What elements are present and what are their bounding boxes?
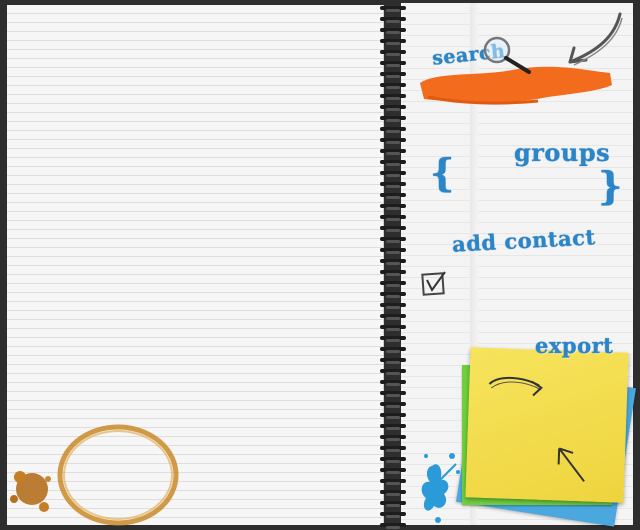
spiral-ring bbox=[378, 180, 410, 189]
spiral-ring bbox=[378, 279, 410, 288]
spiral-ring bbox=[378, 367, 410, 376]
spiral-ring bbox=[378, 48, 410, 57]
magnifier-icon[interactable] bbox=[481, 34, 535, 76]
spiral-ring bbox=[378, 455, 410, 464]
spiral-ring bbox=[378, 37, 410, 46]
ink-splash-decoration bbox=[421, 453, 460, 523]
spiral-ring bbox=[378, 158, 410, 167]
spiral-ring bbox=[378, 136, 410, 145]
groups-link[interactable]: groups bbox=[514, 138, 610, 167]
spiral-ring bbox=[378, 246, 410, 255]
groups-brace-open: { bbox=[430, 150, 455, 195]
spiral-ring bbox=[378, 477, 410, 486]
spiral-ring bbox=[378, 235, 410, 244]
spiral-ring bbox=[378, 4, 410, 13]
spiral-ring bbox=[378, 26, 410, 35]
spiral-ring bbox=[378, 169, 410, 178]
spiral-ring bbox=[378, 103, 410, 112]
spiral-ring bbox=[378, 400, 410, 409]
spiral-ring bbox=[378, 422, 410, 431]
spiral-ring bbox=[378, 312, 410, 321]
spiral-ring bbox=[378, 378, 410, 387]
spiral-ring bbox=[378, 147, 410, 156]
spiral-ring bbox=[378, 301, 410, 310]
sticky-notes-stack[interactable] bbox=[452, 345, 638, 530]
spiral-ring bbox=[378, 59, 410, 68]
spiral-ring bbox=[378, 345, 410, 354]
spiral-ring bbox=[378, 92, 410, 101]
spiral-ring bbox=[378, 191, 410, 200]
spiral-ring bbox=[378, 70, 410, 79]
spiral-ring bbox=[378, 499, 410, 508]
spiral-ring bbox=[378, 114, 410, 123]
groups-brace-close: } bbox=[598, 163, 623, 208]
spiral-ring bbox=[378, 433, 410, 442]
export-link[interactable]: export bbox=[535, 333, 613, 358]
spiral-ring bbox=[378, 334, 410, 343]
notebook-frame: search { groups } add contact export bbox=[0, 0, 640, 530]
sketch-arrows-icon bbox=[488, 377, 585, 482]
spiral-ring bbox=[378, 15, 410, 24]
spiral-ring bbox=[378, 323, 410, 332]
curved-arrow-icon bbox=[568, 12, 623, 66]
spiral-ring bbox=[378, 81, 410, 90]
spiral-ring bbox=[378, 125, 410, 134]
spiral-ring bbox=[378, 466, 410, 475]
spiral-ring bbox=[378, 268, 410, 277]
spiral-ring bbox=[378, 202, 410, 211]
spiral-ring bbox=[378, 356, 410, 365]
spiral-ring bbox=[378, 257, 410, 266]
spiral-ring bbox=[378, 224, 410, 233]
spiral-ring bbox=[378, 411, 410, 420]
checkbox-icon bbox=[421, 271, 446, 296]
spiral-ring bbox=[378, 488, 410, 497]
spiral-ring bbox=[378, 521, 410, 530]
spiral-ring bbox=[378, 444, 410, 453]
spiral-ring bbox=[378, 389, 410, 398]
spiral-ring bbox=[378, 510, 410, 519]
spiral-binding bbox=[378, 0, 410, 530]
spiral-ring bbox=[378, 213, 410, 222]
spiral-ring bbox=[378, 290, 410, 299]
coffee-stain-decoration bbox=[10, 424, 179, 526]
